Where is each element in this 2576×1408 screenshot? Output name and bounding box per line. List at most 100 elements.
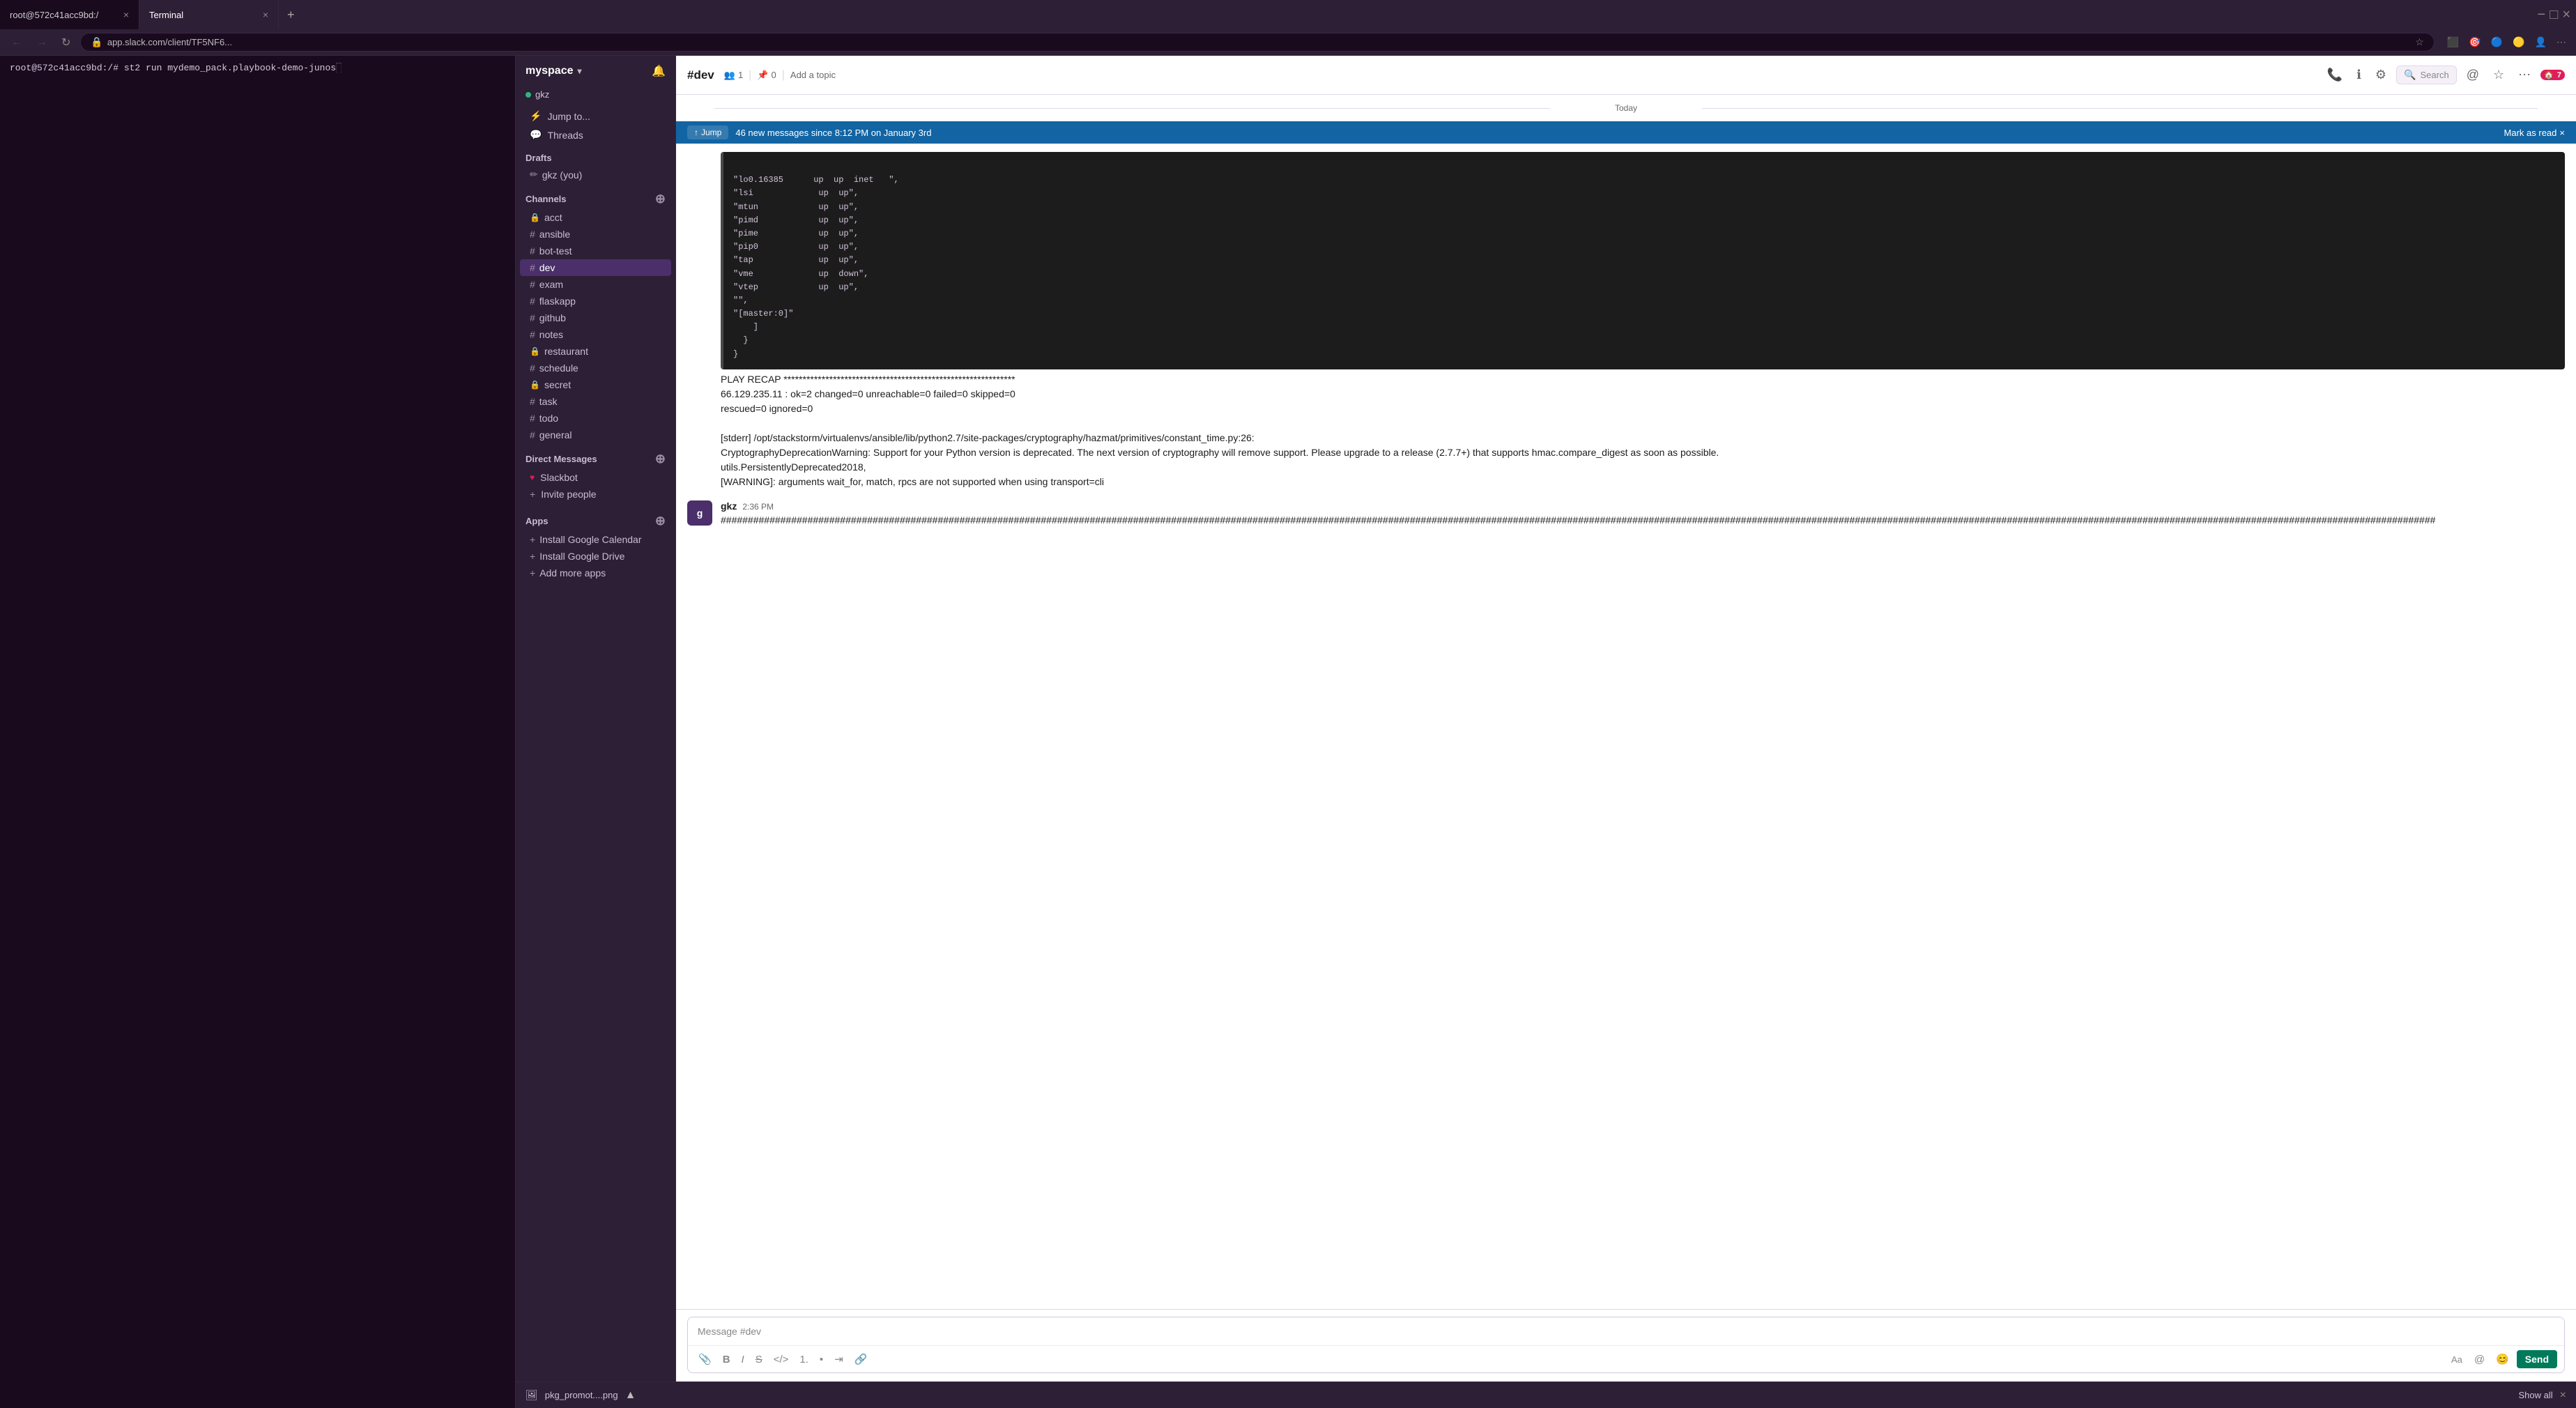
address-field[interactable]: 🔒 app.slack.com/client/TF5NF6... ☆ bbox=[80, 33, 2434, 52]
threads-item[interactable]: 💬 Threads bbox=[520, 125, 671, 144]
new-messages-banner[interactable]: ↑ Jump 46 new messages since 8:12 PM on … bbox=[676, 121, 2576, 144]
profile-btn[interactable]: 👤 bbox=[2532, 33, 2550, 51]
window-close[interactable]: × bbox=[2562, 7, 2570, 23]
formatting-toggle[interactable]: Aa bbox=[2447, 1352, 2467, 1367]
emoji-button[interactable]: 😊 bbox=[2492, 1351, 2513, 1368]
drafts-header[interactable]: Drafts bbox=[516, 147, 675, 166]
gkz-sender[interactable]: gkz bbox=[721, 500, 737, 512]
italic-button[interactable]: I bbox=[738, 1352, 748, 1368]
message-input[interactable] bbox=[688, 1317, 2564, 1345]
back-button[interactable]: ← bbox=[7, 33, 26, 52]
bottom-bar: 🖼 pkg_promot....png ▲ Show all × bbox=[516, 1382, 2576, 1408]
search-bar[interactable]: 🔍 Search bbox=[2396, 66, 2457, 84]
bookmark-button[interactable]: ☆ bbox=[2489, 65, 2508, 85]
extension-btn-2[interactable]: 🎯 bbox=[2466, 33, 2483, 51]
channel-item-dev[interactable]: #dev bbox=[520, 259, 671, 276]
mark-read-button[interactable]: Mark as read × bbox=[2504, 128, 2565, 138]
window-minimize[interactable]: − bbox=[2538, 7, 2546, 23]
jump-to-item[interactable]: ⚡ Jump to... bbox=[520, 107, 671, 125]
refresh-button[interactable]: ↻ bbox=[57, 33, 75, 52]
add-topic[interactable]: Add a topic bbox=[790, 70, 836, 80]
channel-item-github[interactable]: #github bbox=[520, 309, 671, 326]
strikethrough-button[interactable]: S bbox=[752, 1352, 766, 1368]
more-options-btn[interactable]: ⋯ bbox=[2554, 33, 2569, 51]
channel-item-bot-test[interactable]: #bot-test bbox=[520, 243, 671, 259]
channel-item-exam[interactable]: #exam bbox=[520, 276, 671, 293]
hash-icon: # bbox=[530, 329, 535, 340]
pins-meta[interactable]: 📌 0 bbox=[757, 70, 776, 81]
apps-header[interactable]: Apps ⊕ bbox=[516, 508, 675, 531]
add-dm-btn[interactable]: ⊕ bbox=[655, 452, 666, 466]
slackbot-dm[interactable]: ♥ Slackbot bbox=[520, 469, 671, 486]
channel-item-general[interactable]: #general bbox=[520, 427, 671, 443]
hash-icon: # bbox=[530, 229, 535, 240]
bookmark-star-icon[interactable]: ☆ bbox=[2415, 36, 2424, 48]
hash-icon: # bbox=[530, 396, 535, 407]
forward-button[interactable]: → bbox=[32, 33, 52, 52]
terminal-tab-1[interactable]: root@572c41acc9bd:/ × bbox=[0, 0, 139, 29]
channel-label-exam: exam bbox=[539, 279, 563, 290]
channel-item-restaurant[interactable]: 🔒restaurant bbox=[520, 343, 671, 360]
show-all-button[interactable]: Show all bbox=[2519, 1390, 2553, 1400]
add-more-apps[interactable]: + Add more apps bbox=[520, 565, 671, 581]
extension-btn-1[interactable]: ⬛ bbox=[2444, 33, 2462, 51]
bottom-file-name[interactable]: pkg_promot....png bbox=[545, 1390, 618, 1400]
chat-header: #dev 👥 1 | 📌 0 | Add a topic bbox=[676, 56, 2576, 95]
add-channel-btn[interactable]: ⊕ bbox=[655, 192, 666, 206]
channel-item-acct[interactable]: 🔒acct bbox=[520, 209, 671, 226]
workspace-name[interactable]: myspace ▾ bbox=[526, 65, 582, 77]
code-message-block: "lo0.16385 up up inet ", "lsi up up", "m… bbox=[676, 144, 2576, 495]
gear-button[interactable]: ⚙ bbox=[2371, 65, 2391, 85]
channel-item-task[interactable]: # task bbox=[520, 393, 671, 410]
attach-button[interactable]: 📎 bbox=[695, 1351, 715, 1368]
gkz-message-text: ########################################… bbox=[721, 513, 2565, 528]
drafts-section: Drafts ✏ gkz (you) bbox=[516, 147, 675, 183]
channel-item-todo[interactable]: #todo bbox=[520, 410, 671, 427]
install-google-calendar[interactable]: + Install Google Calendar bbox=[520, 531, 671, 548]
channel-item-schedule[interactable]: #schedule bbox=[520, 360, 671, 376]
link-button[interactable]: 🔗 bbox=[851, 1351, 871, 1368]
extension-btn-4[interactable]: 🟡 bbox=[2510, 33, 2527, 51]
terminal-tab-2[interactable]: Terminal × bbox=[139, 0, 279, 29]
terminal-tab-1-label: root@572c41acc9bd:/ bbox=[10, 10, 98, 20]
new-tab-button[interactable]: + bbox=[279, 0, 303, 29]
channel-item-ansible[interactable]: #ansible bbox=[520, 226, 671, 243]
sidebar-status: gkz bbox=[516, 86, 675, 107]
tab-bar: root@572c41acc9bd:/ × Terminal × + − □ × bbox=[0, 0, 2576, 29]
invite-people-item[interactable]: + Invite people bbox=[520, 486, 671, 503]
header-actions: 📞 ℹ ⚙ 🔍 Search @ ☆ ⋯ 🏠 7 bbox=[2323, 65, 2565, 85]
terminal-tab-2-close[interactable]: × bbox=[263, 9, 268, 20]
unordered-list-button[interactable]: • bbox=[816, 1352, 827, 1368]
members-meta[interactable]: 👥 1 bbox=[724, 70, 743, 81]
extension-btn-3[interactable]: 🔵 bbox=[2488, 33, 2506, 51]
channel-item-notes[interactable]: #notes bbox=[520, 326, 671, 343]
header-meta: 👥 1 | 📌 0 | Add a topic bbox=[724, 69, 836, 82]
mention-button[interactable]: @ bbox=[2462, 65, 2483, 85]
mention-toolbar-btn[interactable]: @ bbox=[2471, 1352, 2488, 1368]
channel-item-secret[interactable]: 🔒secret bbox=[520, 376, 671, 393]
bold-button[interactable]: B bbox=[719, 1352, 734, 1368]
dm-header[interactable]: Direct Messages ⊕ bbox=[516, 446, 675, 469]
chevron-up-icon[interactable]: ▲ bbox=[625, 1389, 636, 1402]
send-button[interactable]: Send bbox=[2517, 1350, 2557, 1368]
install-google-drive[interactable]: + Install Google Drive bbox=[520, 548, 671, 565]
bottom-close-icon[interactable]: × bbox=[2560, 1389, 2566, 1402]
call-button[interactable]: 📞 bbox=[2323, 65, 2347, 85]
terminal-tab-1-close[interactable]: × bbox=[123, 9, 129, 20]
channel-label-task: task bbox=[539, 396, 558, 407]
indent-button[interactable]: ⇥ bbox=[831, 1351, 847, 1368]
apps-badge[interactable]: 🏠 7 bbox=[2540, 70, 2565, 80]
slackbot-label: Slackbot bbox=[540, 472, 578, 483]
drafts-user-item[interactable]: ✏ gkz (you) bbox=[520, 166, 671, 183]
bell-icon[interactable]: 🔔 bbox=[652, 64, 666, 78]
jump-button[interactable]: ↑ Jump bbox=[687, 125, 728, 139]
window-maximize[interactable]: □ bbox=[2550, 7, 2558, 23]
channels-header[interactable]: Channels ⊕ bbox=[516, 186, 675, 209]
code-button[interactable]: </> bbox=[770, 1352, 792, 1368]
channel-item-flaskapp[interactable]: #flaskapp bbox=[520, 293, 671, 309]
add-app-btn[interactable]: ⊕ bbox=[655, 514, 666, 528]
more-button[interactable]: ⋯ bbox=[2514, 65, 2535, 85]
gkz-avatar: g bbox=[687, 500, 712, 526]
ordered-list-button[interactable]: 1. bbox=[796, 1352, 812, 1368]
info-button[interactable]: ℹ bbox=[2352, 65, 2366, 85]
